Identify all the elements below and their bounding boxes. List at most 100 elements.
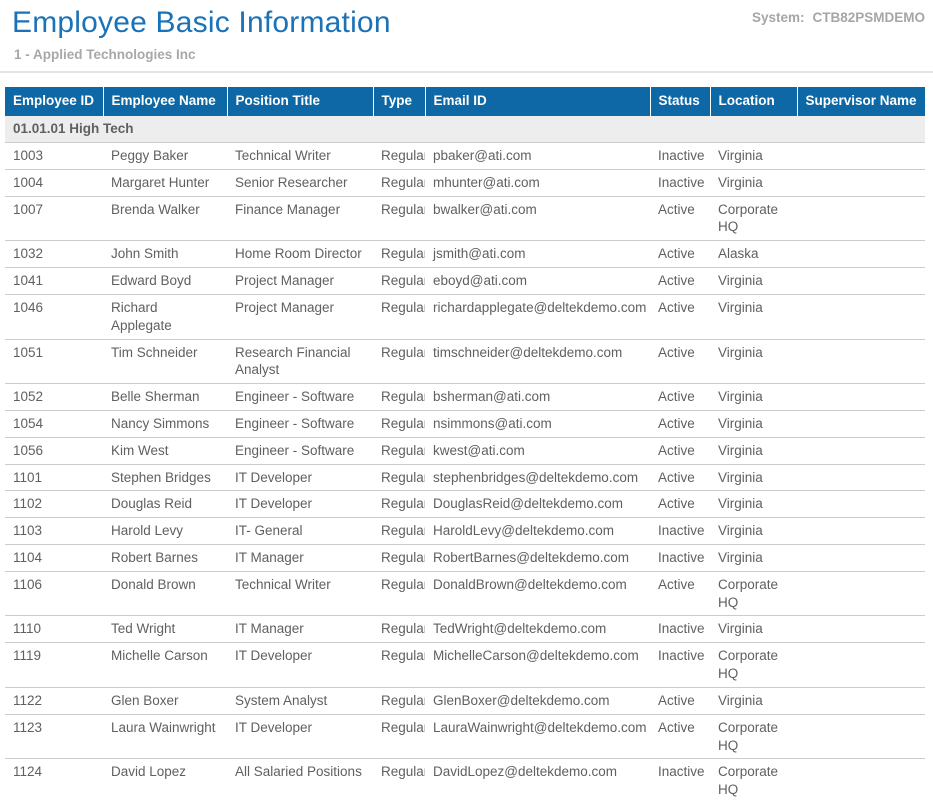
cell-location: Virginia	[710, 687, 797, 714]
table-row: 1110 Ted Wright IT Manager Regular TedWr…	[5, 616, 925, 643]
cell-employee-id: 1051	[5, 339, 103, 384]
cell-supervisor-name	[797, 714, 925, 759]
cell-position-title: IT Manager	[227, 545, 373, 572]
table-row: 1051 Tim Schneider Research Financial An…	[5, 339, 925, 384]
cell-location: Corporate HQ	[710, 571, 797, 616]
cell-email-id: eboyd@ati.com	[425, 268, 650, 295]
cell-email-id: nsimmons@ati.com	[425, 410, 650, 437]
cell-type: Regular	[373, 571, 425, 616]
table-row: 1054 Nancy Simmons Engineer - Software R…	[5, 410, 925, 437]
table-row: 1056 Kim West Engineer - Software Regula…	[5, 437, 925, 464]
cell-employee-name: David Lopez	[103, 759, 227, 803]
cell-location: Virginia	[710, 545, 797, 572]
cell-location: Corporate HQ	[710, 643, 797, 688]
cell-supervisor-name	[797, 759, 925, 803]
cell-supervisor-name	[797, 410, 925, 437]
cell-email-id: HaroldLevy@deltekdemo.com	[425, 518, 650, 545]
cell-email-id: mhunter@ati.com	[425, 169, 650, 196]
cell-location: Virginia	[710, 410, 797, 437]
cell-position-title: Engineer - Software	[227, 384, 373, 411]
cell-type: Regular	[373, 294, 425, 339]
cell-status: Inactive	[650, 169, 710, 196]
column-header-status: Status	[650, 87, 710, 116]
cell-status: Active	[650, 384, 710, 411]
table-row: 1052 Belle Sherman Engineer - Software R…	[5, 384, 925, 411]
cell-position-title: Finance Manager	[227, 196, 373, 241]
system-value: CTB82PSMDEMO	[812, 10, 925, 25]
cell-location: Corporate HQ	[710, 714, 797, 759]
cell-employee-id: 1056	[5, 437, 103, 464]
cell-status: Inactive	[650, 545, 710, 572]
cell-employee-id: 1003	[5, 143, 103, 170]
cell-position-title: Home Room Director	[227, 241, 373, 268]
cell-email-id: GlenBoxer@deltekdemo.com	[425, 687, 650, 714]
table-header-row: Employee ID Employee Name Position Title…	[5, 87, 925, 116]
cell-location: Alaska	[710, 241, 797, 268]
cell-status: Active	[650, 241, 710, 268]
cell-email-id: richardapplegate@deltekdemo.com	[425, 294, 650, 339]
cell-supervisor-name	[797, 616, 925, 643]
cell-status: Active	[650, 196, 710, 241]
cell-position-title: Engineer - Software	[227, 410, 373, 437]
cell-position-title: Engineer - Software	[227, 437, 373, 464]
cell-position-title: Technical Writer	[227, 143, 373, 170]
cell-type: Regular	[373, 687, 425, 714]
cell-position-title: IT Developer	[227, 643, 373, 688]
cell-employee-name: Kim West	[103, 437, 227, 464]
cell-supervisor-name	[797, 571, 925, 616]
table-row: 1007 Brenda Walker Finance Manager Regul…	[5, 196, 925, 241]
table-row: 1122 Glen Boxer System Analyst Regular G…	[5, 687, 925, 714]
table-row: 1123 Laura Wainwright IT Developer Regul…	[5, 714, 925, 759]
cell-supervisor-name	[797, 437, 925, 464]
table-row: 1101 Stephen Bridges IT Developer Regula…	[5, 464, 925, 491]
table-row: 1119 Michelle Carson IT Developer Regula…	[5, 643, 925, 688]
cell-type: Regular	[373, 241, 425, 268]
column-header-email-id: Email ID	[425, 87, 650, 116]
column-header-type: Type	[373, 87, 425, 116]
cell-location: Virginia	[710, 143, 797, 170]
cell-position-title: System Analyst	[227, 687, 373, 714]
employee-table: Employee ID Employee Name Position Title…	[5, 87, 925, 803]
cell-employee-id: 1102	[5, 491, 103, 518]
cell-employee-id: 1032	[5, 241, 103, 268]
cell-type: Regular	[373, 643, 425, 688]
cell-employee-name: Belle Sherman	[103, 384, 227, 411]
cell-employee-name: Margaret Hunter	[103, 169, 227, 196]
cell-employee-name: Tim Schneider	[103, 339, 227, 384]
cell-employee-name: Glen Boxer	[103, 687, 227, 714]
cell-status: Active	[650, 294, 710, 339]
cell-position-title: Project Manager	[227, 294, 373, 339]
table-row: 1003 Peggy Baker Technical Writer Regula…	[5, 143, 925, 170]
cell-supervisor-name	[797, 294, 925, 339]
cell-type: Regular	[373, 464, 425, 491]
cell-status: Active	[650, 491, 710, 518]
cell-type: Regular	[373, 437, 425, 464]
cell-status: Active	[650, 339, 710, 384]
group-header-row: 01.01.01 High Tech	[5, 116, 925, 142]
cell-location: Virginia	[710, 384, 797, 411]
cell-employee-id: 1004	[5, 169, 103, 196]
cell-position-title: IT Developer	[227, 714, 373, 759]
cell-supervisor-name	[797, 384, 925, 411]
cell-position-title: Senior Researcher	[227, 169, 373, 196]
cell-employee-name: Ted Wright	[103, 616, 227, 643]
cell-status: Active	[650, 464, 710, 491]
column-header-employee-id: Employee ID	[5, 87, 103, 116]
system-label: System:	[752, 10, 805, 25]
table-row: 1004 Margaret Hunter Senior Researcher R…	[5, 169, 925, 196]
cell-status: Active	[650, 687, 710, 714]
cell-type: Regular	[373, 169, 425, 196]
cell-supervisor-name	[797, 464, 925, 491]
cell-employee-name: Edward Boyd	[103, 268, 227, 295]
table-body: 01.01.01 High Tech 1003 Peggy Baker Tech…	[5, 116, 925, 803]
cell-location: Virginia	[710, 169, 797, 196]
cell-location: Corporate HQ	[710, 196, 797, 241]
cell-position-title: IT Developer	[227, 491, 373, 518]
cell-type: Regular	[373, 759, 425, 803]
cell-status: Inactive	[650, 616, 710, 643]
cell-employee-id: 1103	[5, 518, 103, 545]
cell-employee-name: Stephen Bridges	[103, 464, 227, 491]
cell-employee-id: 1123	[5, 714, 103, 759]
cell-employee-name: Brenda Walker	[103, 196, 227, 241]
cell-status: Inactive	[650, 143, 710, 170]
